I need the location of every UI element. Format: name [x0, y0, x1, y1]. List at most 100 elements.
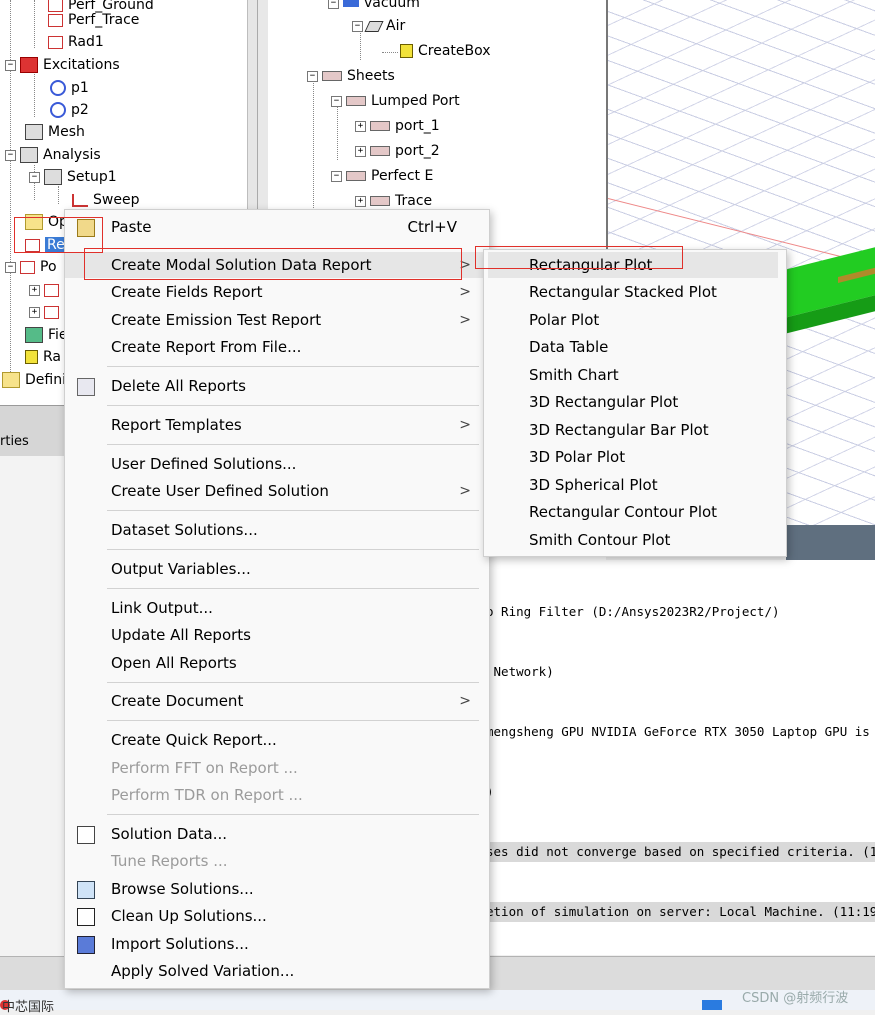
tree-guide [34, 72, 35, 117]
expand-toggle[interactable]: + [355, 195, 366, 207]
tree-item-mesh[interactable]: Mesh [25, 121, 85, 143]
menu-item-create-document[interactable]: Create Document > [65, 688, 489, 714]
tree-item-radiation[interactable]: Ra [25, 346, 61, 368]
submenu-arrow-icon: > [459, 312, 471, 328]
optimetrics-icon [25, 214, 43, 230]
port-field-icon [20, 260, 35, 274]
menu-item-create-user-defined-solution[interactable]: Create User Defined Solution > [65, 478, 489, 504]
submenu-item-rectangular-plot[interactable]: Rectangular Plot [488, 252, 778, 278]
tree-item-results[interactable]: Re [25, 234, 67, 256]
menu-item-create-quick-report[interactable]: Create Quick Report... [65, 727, 489, 753]
port-icon [50, 102, 66, 118]
menu-item-dataset-solutions[interactable]: Dataset Solutions... [65, 517, 489, 543]
tree-item-port-field[interactable]: − Po [5, 256, 57, 278]
tree-item-p2[interactable]: p2 [50, 99, 89, 121]
submenu-arrow-icon: > [459, 693, 471, 709]
submenu-item-smith-chart[interactable]: Smith Chart [484, 362, 786, 388]
tree-item-excitations[interactable]: − Excitations [5, 54, 120, 76]
tree-item-rad1[interactable]: Rad1 [48, 31, 104, 53]
sheet-icon [370, 121, 390, 131]
menu-item-delete-all-reports[interactable]: Delete All Reports [65, 373, 489, 399]
menu-item-import-solutions[interactable]: Import Solutions... [65, 931, 489, 957]
menu-item-link-output[interactable]: Link Output... [65, 595, 489, 621]
menu-item-create-modal-report[interactable]: Create Modal Solution Data Report > [65, 252, 489, 278]
view-tab-strip [786, 525, 875, 560]
tree-item-createbox[interactable]: CreateBox [400, 40, 491, 62]
submenu-item-3d-rectangular-bar-plot[interactable]: 3D Rectangular Bar Plot [484, 417, 786, 443]
menu-item-report-templates[interactable]: Report Templates > [65, 412, 489, 438]
tree-item-lumped-port[interactable]: − Lumped Port [331, 90, 460, 112]
tree-guide [313, 80, 314, 210]
tree-item-sheets[interactable]: − Sheets [307, 65, 395, 87]
tree-item-field-overlays[interactable]: Fie [25, 324, 68, 346]
tree-item-port-sub[interactable]: + [29, 279, 64, 301]
menu-item-paste[interactable]: Paste Ctrl+V [65, 214, 489, 240]
tree-item-perf-trace[interactable]: Perf_Trace [48, 9, 139, 31]
mesh-icon [25, 124, 43, 140]
menu-item-apply-solved-variation[interactable]: Apply Solved Variation... [65, 958, 489, 984]
collapse-toggle[interactable]: − [328, 0, 339, 9]
menu-item-output-variables[interactable]: Output Variables... [65, 556, 489, 582]
boundary-icon [48, 13, 63, 27]
import-solutions-icon [77, 936, 95, 954]
submenu-arrow-icon: > [459, 257, 471, 273]
menu-item-create-fields-report[interactable]: Create Fields Report > [65, 279, 489, 305]
tree-item-analysis[interactable]: − Analysis [5, 144, 101, 166]
menu-item-browse-solutions[interactable]: Browse Solutions... [65, 876, 489, 902]
menu-item-update-all-reports[interactable]: Update All Reports [65, 622, 489, 648]
tree-item-sweep[interactable]: Sweep [72, 189, 139, 211]
menu-item-create-report-from-file[interactable]: Create Report From File... [65, 334, 489, 360]
tree-item-port-1[interactable]: + port_1 [355, 115, 440, 137]
taskbar-app-label[interactable]: 中芯国际 [2, 996, 54, 1015]
submenu-item-data-table[interactable]: Data Table [484, 334, 786, 360]
material-icon [343, 0, 359, 7]
submenu-item-3d-polar-plot[interactable]: 3D Polar Plot [484, 444, 786, 470]
menu-item-user-defined-solutions[interactable]: User Defined Solutions... [65, 451, 489, 477]
submenu-item-3d-rectangular-plot[interactable]: 3D Rectangular Plot [484, 389, 786, 415]
collapse-toggle[interactable]: − [5, 261, 16, 273]
menu-item-solution-data[interactable]: Solution Data... [65, 821, 489, 847]
collapse-toggle[interactable]: − [331, 170, 342, 182]
tree-item-port-2[interactable]: + port_2 [355, 140, 440, 162]
menu-item-create-emission-report[interactable]: Create Emission Test Report > [65, 307, 489, 333]
tree-item-vacuum[interactable]: − vacuum [328, 0, 420, 14]
expand-toggle[interactable]: + [355, 145, 366, 157]
submenu-item-rectangular-contour-plot[interactable]: Rectangular Contour Plot [484, 499, 786, 525]
tree-item-p1[interactable]: p1 [50, 77, 89, 99]
expand-toggle[interactable]: + [29, 306, 40, 318]
collapse-toggle[interactable]: − [29, 171, 40, 183]
collapse-toggle[interactable]: − [5, 59, 16, 71]
tree-item-perfect-e[interactable]: − Perfect E [331, 165, 433, 187]
tree-guide [34, 0, 35, 48]
menu-item-clean-up-solutions[interactable]: Clean Up Solutions... [65, 903, 489, 929]
collapse-toggle[interactable]: − [352, 20, 363, 32]
properties-title: rties [0, 434, 29, 449]
expand-toggle[interactable]: + [29, 284, 40, 296]
expand-toggle[interactable]: + [355, 120, 366, 132]
submenu-item-smith-contour-plot[interactable]: Smith Contour Plot [484, 527, 786, 553]
collapse-toggle[interactable]: − [5, 149, 16, 161]
sheet-icon [346, 96, 366, 106]
submenu-item-rectangular-stacked-plot[interactable]: Rectangular Stacked Plot [484, 279, 786, 305]
collapse-toggle[interactable]: − [307, 70, 318, 82]
menu-item-open-all-reports[interactable]: Open All Reports [65, 650, 489, 676]
results-icon [25, 238, 40, 252]
menu-separator [107, 549, 479, 550]
tree-item-port-sub[interactable]: + [29, 301, 64, 323]
tree-item-optimetrics[interactable]: Op [25, 211, 68, 233]
watermark: CSDN @射频行波 [742, 991, 849, 1006]
tree-item-setup1[interactable]: − Setup1 [29, 166, 117, 188]
message-lines: o Ring Filter (D:/Ansys2023R2/Project/) … [486, 562, 875, 942]
plot-icon [44, 283, 59, 297]
windows-start-icon[interactable] [702, 1000, 722, 1010]
menu-separator [107, 405, 479, 406]
submenu-arrow-icon: > [459, 483, 471, 499]
tree-item-definitions[interactable]: Definit [2, 369, 71, 391]
modal-report-submenu: Rectangular Plot Rectangular Stacked Plo… [483, 249, 787, 557]
collapse-toggle[interactable]: − [331, 95, 342, 107]
tree-item-air[interactable]: − Air [352, 15, 405, 37]
analysis-icon [20, 147, 38, 163]
submenu-item-3d-spherical-plot[interactable]: 3D Spherical Plot [484, 472, 786, 498]
submenu-item-polar-plot[interactable]: Polar Plot [484, 307, 786, 333]
sheet-icon [346, 171, 366, 181]
